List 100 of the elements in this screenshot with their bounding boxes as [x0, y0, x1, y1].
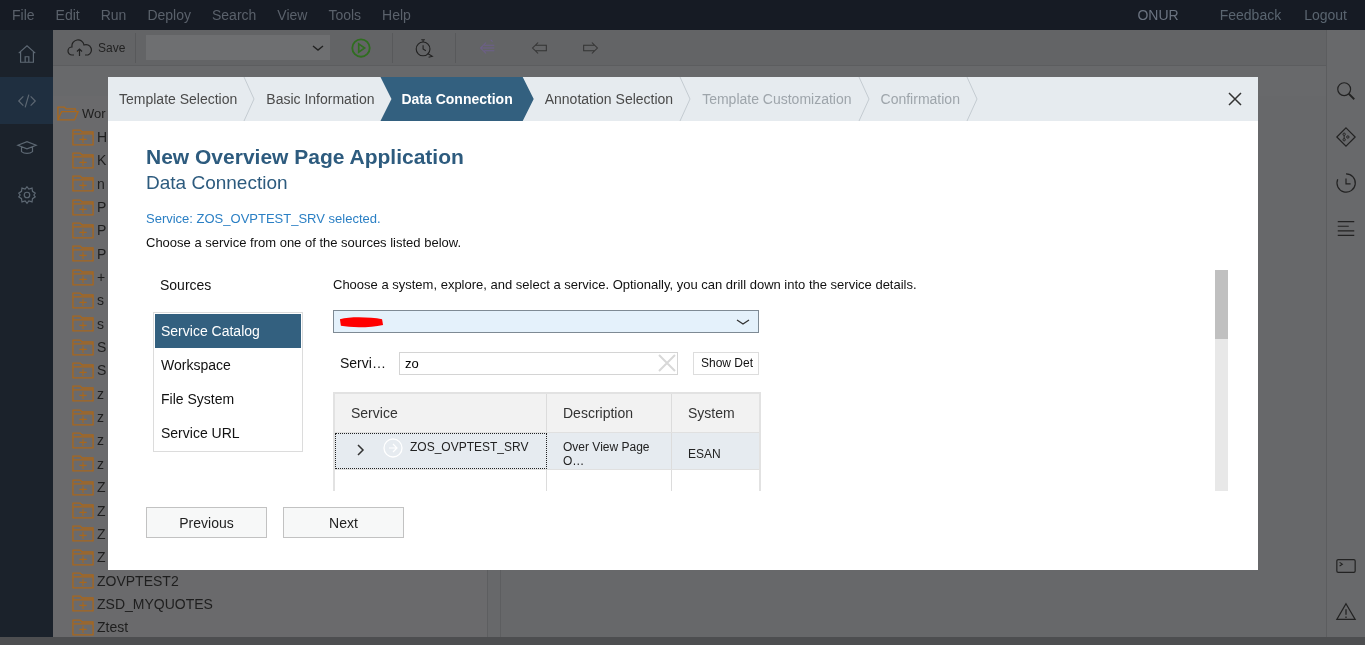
tree-item[interactable]: ZSD_MYQUOTES: [97, 595, 213, 612]
redaction-mark: [338, 314, 384, 329]
menu-item[interactable]: Tools: [328, 7, 362, 23]
tree-item[interactable]: z: [97, 409, 104, 426]
folder-icon: [72, 128, 94, 146]
folder-icon: [72, 455, 94, 473]
instruction-text: Choose a service from one of the sources listed below.: [146, 234, 463, 251]
folder-icon: [72, 268, 94, 286]
folder-icon: [72, 502, 94, 519]
close-icon[interactable]: [1228, 92, 1242, 106]
menu-item[interactable]: Edit: [55, 7, 80, 23]
tree-item[interactable]: s: [97, 315, 104, 332]
wizard-step[interactable]: Template Selection: [108, 77, 244, 121]
tree-item[interactable]: K: [97, 152, 107, 169]
source-item[interactable]: File System: [155, 382, 301, 416]
tree-item[interactable]: Z: [97, 525, 106, 542]
field-label: Servi…: [339, 355, 387, 371]
menu-item[interactable]: File: [12, 7, 35, 23]
scrollbar-thumb[interactable]: [1215, 270, 1228, 339]
table-cell-text: ESAN: [687, 446, 722, 463]
tree-item[interactable]: Ztest: [97, 619, 129, 636]
folder-icon: [72, 315, 94, 333]
column-header[interactable]: Service: [335, 394, 547, 432]
menu-item[interactable]: Search: [211, 7, 257, 23]
wizard-step[interactable]: Data Connection: [380, 77, 534, 121]
folder-icon: [72, 432, 94, 449]
caret-icon: [736, 317, 750, 326]
table-row-cell[interactable]: ZOS_OVPTEST_SRV: [335, 433, 547, 469]
search-icon[interactable]: [1335, 80, 1357, 102]
open-folder-icon: [57, 105, 79, 123]
caret-icon: [312, 43, 325, 52]
nav-button[interactable]: Next: [283, 507, 404, 538]
menu-item[interactable]: View: [277, 7, 308, 23]
tree-item[interactable]: ZOVPTEST2: [97, 572, 179, 589]
folder-icon: [72, 338, 94, 356]
wizard-step: Template Customization: [691, 77, 858, 121]
folder-icon: [72, 478, 94, 496]
user-name: ONUR: [1137, 7, 1179, 23]
code-icon[interactable]: [0, 77, 53, 124]
tree-item[interactable]: s: [97, 292, 104, 309]
folder-icon: [72, 245, 94, 263]
warning-icon[interactable]: [1335, 601, 1357, 623]
step-divider: [243, 77, 256, 121]
step-divider: [857, 77, 870, 121]
step-divider: [965, 77, 978, 121]
folder-icon: [72, 408, 94, 426]
source-item[interactable]: Service URL: [155, 416, 301, 450]
folder-icon: [72, 175, 94, 193]
search-field[interactable]: zo: [398, 351, 678, 375]
tree-item[interactable]: z: [97, 432, 104, 449]
folder-icon: [72, 221, 94, 239]
chevron-icon[interactable]: [355, 443, 365, 457]
header-link[interactable]: Logout: [1304, 7, 1347, 23]
tree-item[interactable]: Z: [97, 502, 106, 519]
tree-item[interactable]: H: [97, 129, 108, 145]
tree-item[interactable]: n: [97, 175, 105, 192]
tree-item[interactable]: Z: [97, 549, 106, 566]
diamond-branch-icon[interactable]: [1335, 126, 1357, 148]
tree-item[interactable]: P: [97, 222, 107, 239]
column-header[interactable]: System: [672, 394, 757, 432]
wizard-step[interactable]: Annotation Selection: [533, 77, 680, 121]
step-divider: [679, 77, 692, 121]
show-details-button[interactable]: Show Det: [692, 351, 759, 375]
tree-item[interactable]: S: [97, 339, 107, 356]
section-label: Sources: [159, 276, 213, 295]
save-button[interactable]: Save: [67, 38, 126, 57]
folder-icon: [72, 618, 94, 636]
source-item[interactable]: Service Catalog: [155, 314, 301, 348]
dialog-title: New Overview Page Application: [146, 145, 465, 169]
source-item[interactable]: Workspace: [155, 348, 301, 382]
hint-text: Choose a system, explore, and select a service. Optionally, you can drill down into the service details.: [333, 276, 917, 294]
menu-item[interactable]: Run: [100, 7, 127, 23]
tree-item[interactable]: Z: [97, 479, 106, 496]
column-header[interactable]: Description: [547, 394, 672, 432]
folder-icon: [72, 548, 94, 566]
folder-icon: [72, 361, 94, 379]
tree-item[interactable]: z: [97, 385, 104, 402]
folder-icon: [72, 385, 94, 403]
tree-item[interactable]: +: [97, 269, 106, 286]
clock-icon[interactable]: [1335, 172, 1357, 194]
folder-icon: [72, 595, 94, 613]
tree-item[interactable]: P: [97, 199, 107, 216]
folder-icon: [72, 525, 94, 543]
table-cell: ZOS_OVPTEST_SRV: [410, 440, 529, 454]
header-link[interactable]: Feedback: [1219, 7, 1282, 23]
tree-item[interactable]: Wor: [82, 106, 106, 122]
system-dropdown[interactable]: [333, 310, 759, 333]
scrollbar[interactable]: [1215, 270, 1228, 491]
wizard-step[interactable]: Basic Information: [255, 77, 381, 121]
tree-item[interactable]: S: [97, 362, 107, 379]
nav-button[interactable]: Previous: [146, 507, 267, 538]
tree-item[interactable]: P: [97, 245, 107, 262]
clear-icon[interactable]: [657, 353, 676, 372]
menu-item[interactable]: Help: [382, 7, 411, 23]
menu-item[interactable]: Deploy: [147, 7, 191, 23]
folder-icon: [72, 198, 94, 216]
tree-item[interactable]: z: [97, 455, 104, 472]
table-cell: Over View Page O…: [547, 433, 672, 469]
wizard-step: Confirmation: [869, 77, 966, 121]
stopwatch-icon[interactable]: [413, 36, 436, 59]
